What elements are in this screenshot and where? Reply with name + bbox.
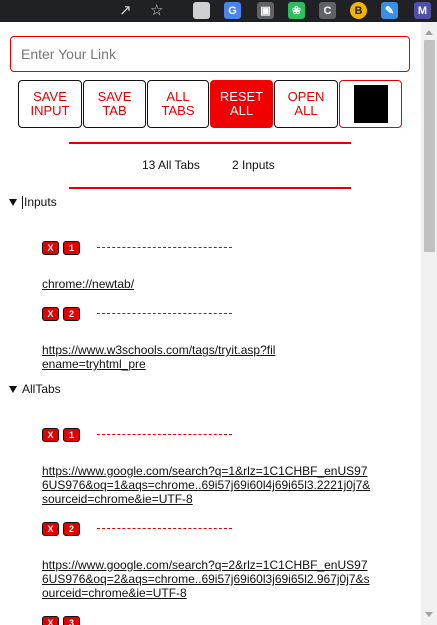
- share-icon[interactable]: ↗: [119, 1, 132, 19]
- expand-triangle-icon: [9, 198, 17, 206]
- remove-button[interactable]: X: [42, 307, 59, 321]
- text-caret: [22, 195, 23, 209]
- save-tab-button[interactable]: SAVE TAB: [83, 80, 146, 128]
- saved-link[interactable]: chrome://newtab/: [42, 277, 382, 291]
- color-picker-button[interactable]: [339, 80, 402, 128]
- top-divider: [69, 142, 351, 144]
- dashed-separator: [97, 313, 232, 314]
- color-swatch: [353, 85, 388, 123]
- bottom-divider: [69, 187, 351, 189]
- star-icon[interactable]: ☆: [150, 1, 163, 19]
- inputs-section-toggle[interactable]: Inputs: [9, 195, 57, 209]
- item-index-badge: 1: [63, 428, 80, 442]
- remove-button[interactable]: X: [42, 428, 59, 442]
- dashed-separator: [97, 434, 232, 435]
- link-input[interactable]: [10, 36, 410, 72]
- extension-feather-icon[interactable]: ✎: [381, 2, 398, 19]
- dashed-separator: [97, 247, 232, 248]
- inputs-section-label: Inputs: [24, 195, 57, 209]
- all-tabs-button[interactable]: ALL TABS: [147, 80, 209, 128]
- saved-link[interactable]: https://www.google.com/search?q=2&rlz=1C…: [42, 558, 372, 600]
- saved-link[interactable]: https://www.w3schools.com/tags/tryit.asp…: [42, 343, 282, 371]
- browser-toolbar: ↗ ☆ G ▣ ❀ C B ✎ M: [0, 0, 437, 22]
- extension-m-icon[interactable]: M: [414, 2, 431, 19]
- item-index-badge: 3: [63, 616, 80, 625]
- remove-button[interactable]: X: [42, 616, 59, 625]
- saved-link[interactable]: https://www.google.com/search?q=1&rlz=1C…: [42, 464, 372, 506]
- reset-all-button[interactable]: RESET ALL: [210, 80, 273, 128]
- item-index-badge: 2: [63, 522, 80, 536]
- save-input-button[interactable]: SAVE INPUT: [18, 80, 82, 128]
- all-tabs-count: 13 All Tabs: [142, 158, 200, 172]
- dashed-separator: [97, 528, 232, 529]
- remove-button[interactable]: X: [42, 241, 59, 255]
- alltabs-section-toggle[interactable]: AllTabs: [9, 382, 61, 396]
- popup-content: SAVE INPUT SAVE TAB ALL TABS RESET ALL O…: [0, 22, 421, 625]
- open-all-button[interactable]: OPEN ALL: [274, 80, 338, 128]
- scrollbar-thumb[interactable]: [424, 40, 435, 252]
- extension-c-icon[interactable]: C: [319, 2, 336, 19]
- inputs-count: 2 Inputs: [232, 158, 275, 172]
- extension-evernote-icon[interactable]: ❀: [288, 2, 305, 19]
- vertical-scrollbar[interactable]: [421, 22, 437, 625]
- item-index-badge: 2: [63, 307, 80, 321]
- extension-translate-icon[interactable]: G: [224, 2, 241, 19]
- scroll-down-arrow-icon[interactable]: [425, 612, 433, 617]
- extension-camera-icon[interactable]: ▣: [257, 2, 274, 19]
- expand-triangle-icon: [9, 385, 17, 393]
- extension-b-icon[interactable]: B: [350, 2, 367, 19]
- remove-button[interactable]: X: [42, 522, 59, 536]
- item-index-badge: 1: [63, 241, 80, 255]
- extension-gray-icon[interactable]: [193, 2, 210, 19]
- alltabs-section-label: AllTabs: [22, 382, 61, 396]
- scroll-up-arrow-icon[interactable]: [425, 30, 433, 35]
